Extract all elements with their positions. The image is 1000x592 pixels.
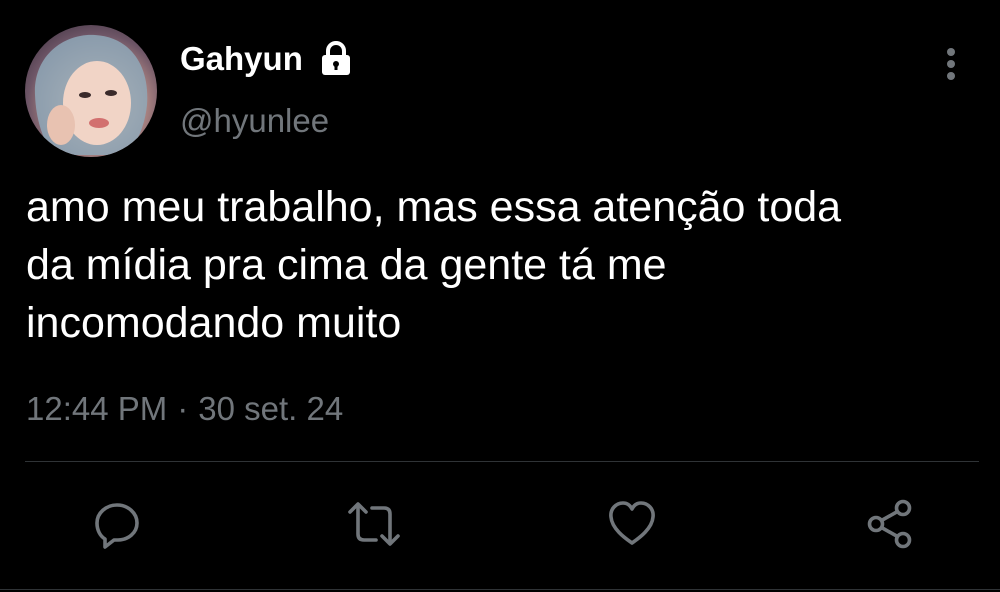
lock-icon bbox=[317, 40, 355, 78]
share-icon bbox=[864, 499, 916, 554]
retweet-icon bbox=[346, 502, 402, 554]
avatar[interactable] bbox=[25, 25, 157, 157]
reply-button[interactable] bbox=[91, 498, 143, 550]
retweet-button[interactable] bbox=[346, 498, 400, 550]
tweet-text: amo meu trabalho, mas essa atenção toda … bbox=[26, 183, 842, 347]
display-name-row: Gahyun bbox=[180, 39, 355, 79]
like-button[interactable] bbox=[606, 498, 658, 550]
reply-icon bbox=[91, 503, 143, 554]
tweet-time: 12:44 PM bbox=[26, 390, 168, 427]
divider bbox=[25, 461, 979, 462]
bottom-divider bbox=[0, 589, 1000, 590]
user-handle[interactable]: @hyunlee bbox=[180, 101, 329, 141]
timestamp-separator: · bbox=[177, 390, 189, 427]
tweet-card: Gahyun @hyunlee amo meu trabalho, mas es… bbox=[0, 0, 1000, 592]
tweet-date: 30 set. 24 bbox=[198, 390, 344, 427]
like-icon bbox=[606, 501, 658, 554]
share-button[interactable] bbox=[864, 498, 916, 550]
more-options-icon[interactable] bbox=[934, 44, 968, 84]
display-name[interactable]: Gahyun bbox=[180, 39, 303, 79]
tweet-timestamp[interactable]: 12:44 PM · 30 set. 24 bbox=[26, 388, 343, 430]
